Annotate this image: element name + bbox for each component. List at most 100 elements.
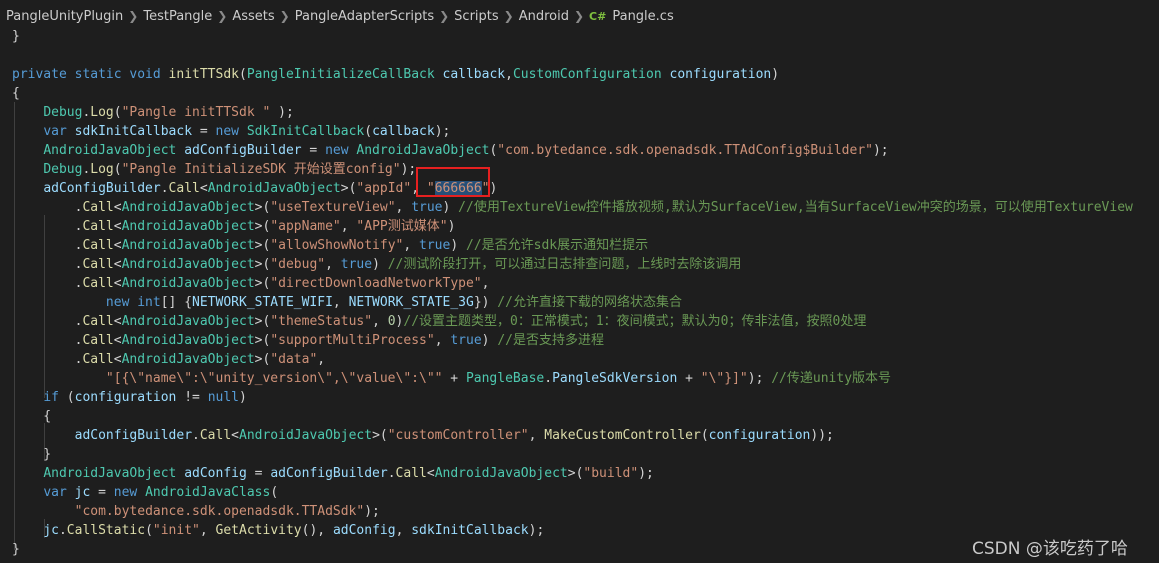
code-line[interactable]: "[{\"name\":\"unity_version\",\"value\":… bbox=[12, 369, 891, 388]
code-type: AndroidJavaObject bbox=[121, 257, 255, 272]
code-punctuation: . bbox=[544, 371, 553, 386]
breadcrumb-item-android[interactable]: Android bbox=[519, 9, 569, 24]
code-punctuation: } bbox=[12, 29, 20, 44]
code-string: "debug" bbox=[270, 257, 326, 272]
code-punctuation: ); bbox=[400, 162, 417, 177]
code-punctuation: < bbox=[113, 238, 122, 253]
code-line[interactable]: .Call<AndroidJavaObject>("useTextureView… bbox=[12, 198, 1133, 217]
code-punctuation: ( bbox=[364, 124, 373, 139]
code-punctuation: = bbox=[301, 143, 326, 158]
code-punctuation: , bbox=[317, 352, 326, 367]
code-line[interactable]: Debug.Log("Pangle initTTSdk " ); bbox=[12, 103, 293, 122]
code-punctuation bbox=[12, 181, 43, 196]
code-line[interactable]: .Call<AndroidJavaObject>("data", bbox=[12, 350, 326, 369]
code-punctuation: . bbox=[12, 200, 83, 215]
code-line[interactable]: .Call<AndroidJavaObject>("appName", "APP… bbox=[12, 217, 456, 236]
code-line[interactable]: .Call<AndroidJavaObject>("allowShowNotif… bbox=[12, 236, 649, 255]
code-string: "\"}]" bbox=[700, 371, 748, 386]
code-identifier: configuration bbox=[708, 428, 811, 443]
code-keyword: null bbox=[207, 390, 239, 405]
code-line[interactable]: .Call<AndroidJavaObject>("directDownload… bbox=[12, 274, 490, 293]
code-punctuation: ( bbox=[145, 523, 153, 538]
chevron-right-icon: ❯ bbox=[439, 9, 450, 23]
code-punctuation: . bbox=[387, 466, 396, 481]
code-identifier: jc bbox=[74, 485, 91, 500]
code-punctuation: >( bbox=[254, 219, 271, 234]
code-punctuation: = bbox=[90, 485, 114, 500]
code-editor[interactable]: } private static void initTTSdk(PangleIni… bbox=[0, 27, 1159, 563]
code-type: AndroidJavaObject bbox=[121, 219, 255, 234]
breadcrumb-file-name[interactable]: Pangle.cs bbox=[612, 9, 673, 24]
code-line[interactable]: "com.bytedance.sdk.openadsdk.TTAdSdk"); bbox=[12, 502, 380, 521]
breadcrumb-item-pangle-unity-plugin[interactable]: PangleUnityPlugin bbox=[6, 9, 123, 24]
code-punctuation: { bbox=[12, 409, 52, 424]
code-punctuation: ( bbox=[113, 162, 122, 177]
code-keyword: true bbox=[419, 238, 451, 253]
code-keyword: var bbox=[43, 485, 75, 500]
chevron-right-icon: ❯ bbox=[503, 9, 514, 23]
code-type: AndroidJavaObject bbox=[207, 181, 341, 196]
code-keyword: var bbox=[43, 124, 75, 139]
code-punctuation: . bbox=[58, 523, 67, 538]
code-line[interactable]: if (configuration != null) bbox=[12, 388, 247, 407]
code-string: "data" bbox=[270, 352, 318, 367]
code-punctuation: ( bbox=[58, 390, 75, 405]
code-line[interactable]: .Call<AndroidJavaObject>("themeStatus", … bbox=[12, 312, 867, 331]
breadcrumb-item-scripts[interactable]: Scripts bbox=[454, 9, 498, 24]
code-line[interactable]: new int[] {NETWORK_STATE_WIFI, NETWORK_S… bbox=[12, 293, 682, 312]
code-punctuation: != bbox=[176, 390, 208, 405]
code-punctuation: >( bbox=[254, 352, 271, 367]
code-type: Debug bbox=[43, 105, 83, 120]
code-punctuation: . bbox=[12, 219, 83, 234]
code-punctuation: . bbox=[192, 428, 200, 443]
code-punctuation: . bbox=[12, 276, 83, 291]
code-line[interactable]: AndroidJavaObject adConfig = adConfigBui… bbox=[12, 464, 654, 483]
code-line[interactable]: } bbox=[12, 27, 20, 46]
code-identifier: callback bbox=[442, 67, 506, 82]
code-line[interactable]: } bbox=[12, 540, 20, 559]
code-punctuation: + bbox=[677, 371, 701, 386]
chevron-right-icon: ❯ bbox=[128, 9, 139, 23]
code-line[interactable]: jc.CallStatic("init", GetActivity(), adC… bbox=[12, 521, 544, 540]
code-comment: //测试阶段打开，可以通过日志排查问题，上线时去除该调用 bbox=[387, 257, 742, 272]
code-punctuation: . bbox=[12, 352, 83, 367]
code-line[interactable]: adConfigBuilder.Call<AndroidJavaObject>(… bbox=[12, 426, 834, 445]
code-punctuation: >( bbox=[254, 314, 271, 329]
code-line[interactable]: var sdkInitCallback = new SdkInitCallbac… bbox=[12, 122, 450, 141]
code-line[interactable]: { bbox=[12, 84, 20, 103]
code-identifier: adConfigBuilder bbox=[43, 181, 161, 196]
code-punctuation: [] { bbox=[160, 295, 193, 310]
code-comment: //传递unity版本号 bbox=[771, 371, 892, 386]
code-punctuation: < bbox=[113, 352, 122, 367]
code-punctuation: < bbox=[113, 276, 122, 291]
code-string: "themeStatus" bbox=[270, 314, 373, 329]
code-line[interactable]: Debug.Log("Pangle InitializeSDK 开始设置conf… bbox=[12, 160, 416, 179]
code-type: PangleInitializeCallBack bbox=[246, 67, 435, 82]
code-punctuation: . bbox=[12, 333, 83, 348]
code-punctuation: , bbox=[528, 428, 545, 443]
code-string: "appName" bbox=[270, 219, 341, 234]
code-line[interactable]: } bbox=[12, 445, 51, 464]
code-line[interactable]: .Call<AndroidJavaObject>("supportMultiPr… bbox=[12, 331, 604, 350]
code-line[interactable]: var jc = new AndroidJavaClass( bbox=[12, 483, 278, 502]
breadcrumb-item-test-pangle[interactable]: TestPangle bbox=[143, 9, 212, 24]
code-punctuation bbox=[12, 371, 106, 386]
code-punctuation: , bbox=[372, 314, 388, 329]
code-type: AndroidJavaObject bbox=[121, 352, 255, 367]
code-punctuation: ) bbox=[771, 67, 780, 82]
code-line[interactable]: private static void initTTSdk(PangleInit… bbox=[12, 65, 779, 84]
code-punctuation: >( bbox=[254, 276, 271, 291]
code-punctuation: { bbox=[12, 86, 20, 101]
breadcrumb-item-pangle-adapter-scripts[interactable]: PangleAdapterScripts bbox=[295, 9, 434, 24]
code-line[interactable]: .Call<AndroidJavaObject>("debug", true) … bbox=[12, 255, 742, 274]
breadcrumb-item-assets[interactable]: Assets bbox=[232, 9, 274, 24]
code-string: "appId" bbox=[356, 181, 412, 196]
code-punctuation: ) bbox=[372, 257, 388, 272]
code-line[interactable]: { bbox=[12, 407, 51, 426]
code-line[interactable]: AndroidJavaObject adConfigBuilder = new … bbox=[12, 141, 888, 160]
code-string: "customController" bbox=[387, 428, 529, 443]
code-punctuation bbox=[12, 504, 75, 519]
code-punctuation bbox=[12, 466, 43, 481]
code-type: AndroidJavaObject bbox=[43, 466, 177, 481]
code-punctuation bbox=[435, 67, 443, 82]
